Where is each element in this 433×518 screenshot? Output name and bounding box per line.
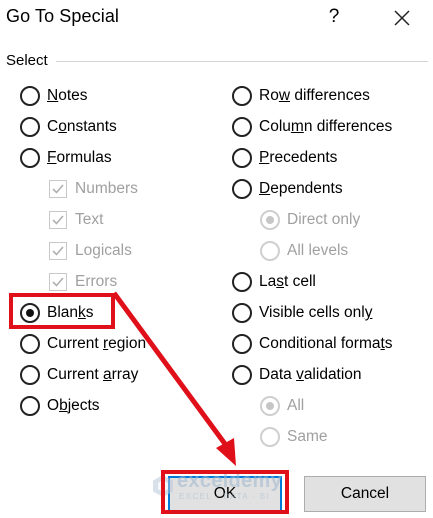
radio-formulas[interactable] (20, 148, 40, 168)
option-all-levels[interactable]: All levels (260, 238, 348, 264)
radio-all-levels[interactable] (260, 241, 280, 261)
option-label: Same (287, 428, 328, 445)
option-label: Constants (47, 118, 117, 135)
checkbox-text[interactable]: Text (49, 207, 103, 233)
group-divider (56, 61, 428, 62)
radio-all[interactable] (260, 396, 280, 416)
check-icon (52, 184, 64, 194)
help-button[interactable]: ? (322, 4, 346, 30)
option-formulas[interactable]: Formulas (20, 145, 112, 171)
option-dependents[interactable]: Dependents (232, 176, 343, 202)
radio-conditional-formats[interactable] (232, 334, 252, 354)
option-current-array[interactable]: Current array (20, 362, 138, 388)
option-all[interactable]: All (260, 393, 304, 419)
option-data-validation[interactable]: Data validation (232, 362, 362, 388)
check-icon (52, 246, 64, 256)
option-same[interactable]: Same (260, 424, 328, 450)
option-last-cell[interactable]: Last cell (232, 269, 316, 295)
go-to-special-dialog: Go To Special ? Select Notes Constants F… (0, 0, 433, 518)
option-label: Dependents (259, 180, 343, 197)
checkbox-box[interactable] (49, 273, 67, 291)
radio-dependents[interactable] (232, 179, 252, 199)
select-group-label: Select (6, 52, 48, 69)
option-label: Objects (47, 397, 100, 414)
option-precedents[interactable]: Precedents (232, 145, 337, 171)
option-label: All levels (287, 242, 349, 259)
option-objects[interactable]: Objects (20, 393, 100, 419)
option-column-differences[interactable]: Column differences (232, 114, 392, 140)
radio-row-differences[interactable] (232, 86, 252, 106)
option-label: Row differences (259, 87, 370, 104)
radio-current-region[interactable] (20, 334, 40, 354)
checkbox-label: Numbers (75, 180, 138, 197)
check-icon (52, 215, 64, 225)
checkbox-numbers[interactable]: Numbers (49, 176, 138, 202)
option-visible-cells-only[interactable]: Visible cells only (232, 300, 372, 326)
checkbox-box[interactable] (49, 211, 67, 229)
close-icon (394, 10, 410, 26)
cancel-button[interactable]: Cancel (304, 476, 426, 512)
option-row-differences[interactable]: Row differences (232, 83, 370, 109)
option-label: Current array (47, 366, 139, 383)
option-constants[interactable]: Constants (20, 114, 117, 140)
checkbox-errors[interactable]: Errors (49, 269, 117, 295)
close-button[interactable] (388, 4, 416, 32)
radio-precedents[interactable] (232, 148, 252, 168)
radio-current-array[interactable] (20, 365, 40, 385)
checkbox-box[interactable] (49, 180, 67, 198)
blanks-highlight-box (9, 293, 115, 329)
option-label: Formulas (47, 149, 112, 166)
ok-highlight-box (161, 470, 289, 514)
option-label: Precedents (259, 149, 338, 166)
check-icon (52, 277, 64, 287)
option-label: Data validation (259, 366, 362, 383)
option-label: Column differences (259, 118, 393, 135)
checkbox-box[interactable] (49, 242, 67, 260)
radio-last-cell[interactable] (232, 272, 252, 292)
checkbox-logicals[interactable]: Logicals (49, 238, 132, 264)
option-current-region[interactable]: Current region (20, 331, 146, 357)
option-label: Notes (47, 87, 88, 104)
checkbox-label: Logicals (75, 242, 132, 259)
option-conditional-formats[interactable]: Conditional formats (232, 331, 393, 357)
option-label: Conditional formats (259, 335, 393, 352)
option-notes[interactable]: Notes (20, 83, 88, 109)
option-label: Current region (47, 335, 147, 352)
option-label: Visible cells only (259, 304, 373, 321)
radio-data-validation[interactable] (232, 365, 252, 385)
dialog-title: Go To Special (6, 6, 120, 26)
option-label: All (287, 397, 305, 414)
radio-objects[interactable] (20, 396, 40, 416)
radio-notes[interactable] (20, 86, 40, 106)
radio-visible-cells-only[interactable] (232, 303, 252, 323)
radio-direct-only[interactable] (260, 210, 280, 230)
checkbox-label: Errors (75, 273, 118, 290)
option-label: Last cell (259, 273, 316, 290)
radio-constants[interactable] (20, 117, 40, 137)
radio-same[interactable] (260, 427, 280, 447)
option-direct-only[interactable]: Direct only (260, 207, 360, 233)
option-label: Direct only (287, 211, 361, 228)
checkbox-label: Text (75, 211, 104, 228)
radio-column-differences[interactable] (232, 117, 252, 137)
